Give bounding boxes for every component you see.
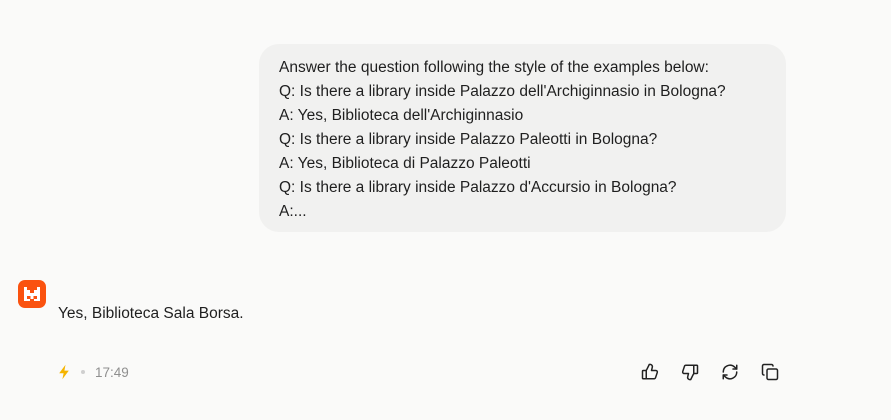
user-message-line: Answer the question following the style … [279,59,709,76]
message-meta: 17:49 [57,362,129,382]
user-message-line: Q: Is there a library inside Palazzo d'A… [279,179,677,196]
chat-page: Answer the question following the style … [0,0,891,420]
thumbs-up-button[interactable] [638,360,662,384]
user-message-line: Q: Is there a library inside Palazzo del… [279,83,726,100]
thumbs-down-button[interactable] [678,360,702,384]
flash-icon [57,364,71,380]
regenerate-button[interactable] [718,360,742,384]
message-actions [638,361,782,383]
user-message-line: A: Yes, Biblioteca di Palazzo Paleotti [279,155,531,172]
mistral-logo-icon [18,280,46,308]
meta-separator-dot [81,370,85,374]
mistral-logo-glyph [24,287,40,301]
regenerate-icon [722,364,738,380]
thumbs-up-icon [641,363,659,380]
message-timestamp: 17:49 [95,364,129,380]
thumbs-down-icon [681,364,699,381]
user-message-line: Q: Is there a library inside Palazzo Pal… [279,131,658,148]
user-message-bubble: Answer the question following the style … [259,44,786,232]
user-message-line: A:... [279,203,307,220]
copy-icon [761,363,779,381]
assistant-message-text: Yes, Biblioteca Sala Borsa. [58,305,244,322]
copy-button[interactable] [758,360,782,384]
user-message-line: A: Yes, Biblioteca dell'Archiginnasio [279,107,524,124]
